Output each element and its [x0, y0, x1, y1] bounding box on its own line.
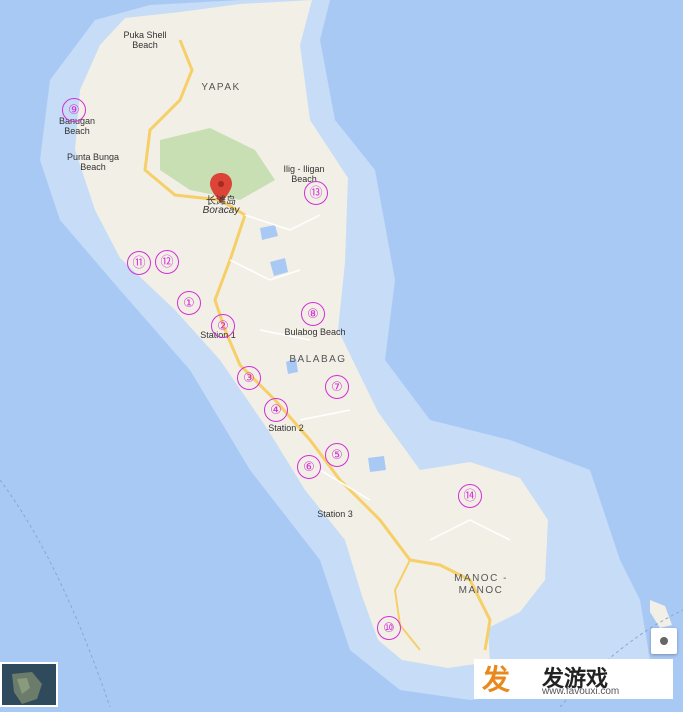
marker-4[interactable]: ④ — [264, 398, 288, 422]
place-label-station-2: Station 2 — [268, 423, 304, 433]
marker-14[interactable]: ⑭ — [458, 484, 482, 508]
map-canvas[interactable]: YAPAK BALABAG MANOC - MANOC Puka Shell B… — [0, 0, 683, 708]
area-label-manoc: MANOC - MANOC — [454, 573, 508, 596]
islet — [650, 600, 672, 628]
marker-3[interactable]: ③ — [237, 366, 261, 390]
marker-12[interactable]: ⑫ — [155, 250, 179, 274]
svg-text:发: 发 — [481, 663, 510, 696]
place-label-ilig-iligan: Ilig - Iligan Beach — [283, 164, 325, 184]
marker-10[interactable]: ⑩ — [377, 616, 401, 640]
marker-1[interactable]: ① — [177, 291, 201, 315]
place-label-punta-bunga: Punta Bunga Beach — [66, 152, 120, 172]
pin-dot — [218, 181, 224, 187]
marker-6[interactable]: ⑥ — [297, 455, 321, 479]
my-location-button[interactable] — [651, 628, 677, 654]
satellite-thumbnail-image — [2, 664, 56, 705]
marker-5[interactable]: ⑤ — [325, 443, 349, 467]
marker-11[interactable]: ⑪ — [127, 251, 151, 275]
place-label-station-3: Station 3 — [317, 509, 353, 519]
pin-sublabel: Boracay — [202, 205, 240, 216]
place-label-puka-shell: Puka Shell Beach — [123, 30, 167, 50]
area-label-balabag: BALABAG — [289, 354, 347, 365]
watermark-logo-icon: 发 — [481, 663, 510, 696]
marker-13[interactable]: ⑬ — [304, 181, 328, 205]
satellite-thumbnail[interactable] — [0, 662, 58, 707]
marker-7[interactable]: ⑦ — [325, 375, 349, 399]
area-label-yapak: YAPAK — [201, 82, 241, 93]
marker-9[interactable]: ⑨ — [62, 98, 86, 122]
marker-8[interactable]: ⑧ — [301, 302, 325, 326]
watermark: 发 发游戏 www.favouxi.com — [474, 659, 673, 699]
marker-2[interactable]: ② — [211, 314, 235, 338]
watermark-url: www.favouxi.com — [542, 686, 620, 697]
place-label-bulabog: Bulabog Beach — [284, 327, 346, 337]
my-location-icon — [660, 637, 668, 645]
lake — [368, 456, 386, 472]
